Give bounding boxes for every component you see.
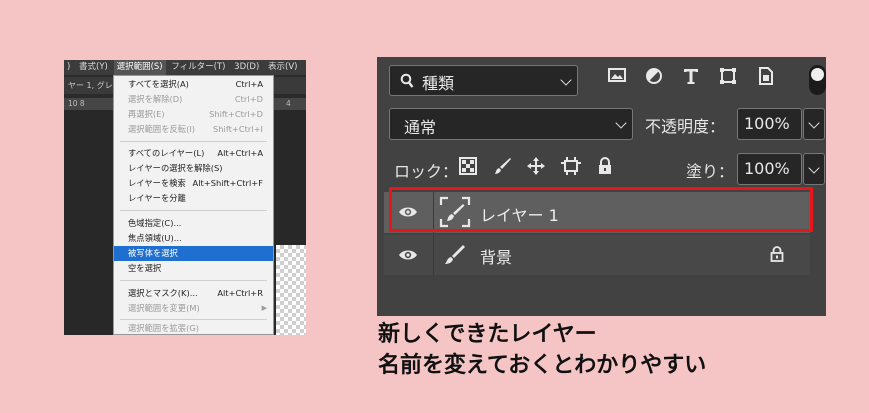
menu-item-select-sky[interactable]: 空を選択	[114, 261, 273, 276]
opacity-dropdown-button[interactable]	[803, 108, 825, 140]
lock-artboard-icon[interactable]	[561, 157, 581, 175]
fill-value: 100%	[744, 159, 790, 178]
fill-dropdown-button[interactable]	[803, 153, 825, 185]
ruler-tick: 4	[286, 99, 291, 108]
menu-separator	[120, 319, 267, 320]
submenu-arrow-icon: ▶	[261, 304, 267, 312]
menubar-item-3d[interactable]: 3D(D)	[231, 60, 262, 75]
menubar-item[interactable]: )	[64, 60, 73, 75]
menu-item-deselect[interactable]: 選択を解除(D) Ctrl+D	[114, 92, 273, 107]
menu-item-grow[interactable]: 選択範囲を拡張(G)	[114, 321, 273, 335]
menu-item-select-and-mask[interactable]: 選択とマスク(K)... Alt+Ctrl+R	[114, 286, 273, 301]
filter-toggle[interactable]	[809, 65, 826, 95]
layers-panel: 種類 通常 不透明度： 100% ロック： 塗り： 100% レイヤー 1 背景	[377, 57, 826, 316]
menubar-item-type[interactable]: 書式(Y)	[76, 60, 111, 75]
opacity-label: 不透明度：	[645, 117, 726, 136]
menu-separator	[120, 210, 267, 211]
eye-icon[interactable]	[398, 205, 418, 219]
menu-item-select-all[interactable]: すべてを選択(A) Ctrl+A	[114, 77, 273, 92]
menu-item-color-range[interactable]: 色域指定(C)...	[114, 216, 273, 231]
layer-filter-select[interactable]: 種類	[389, 65, 578, 96]
transparent-canvas	[276, 245, 306, 335]
layer-name[interactable]: 背景	[480, 244, 512, 268]
lock-image-pixels-icon[interactable]	[494, 157, 512, 175]
eye-icon[interactable]	[398, 248, 418, 262]
type-filter-icon[interactable]	[682, 67, 700, 85]
caption-line-1: 新しくできたレイヤー	[378, 322, 597, 347]
menu-bar: ) 書式(Y) 選択範囲(S) フィルター(T) 3D(D) 表示(V) ア	[64, 60, 306, 75]
smart-object-filter-icon[interactable]	[758, 67, 774, 85]
search-icon	[400, 73, 414, 88]
layer-row-background[interactable]: 背景	[384, 235, 810, 275]
menu-item-find-layers[interactable]: レイヤーを検索 Alt+Shift+Ctrl+F	[114, 176, 273, 191]
menu-screenshot: ) 書式(Y) 選択範囲(S) フィルター(T) 3D(D) 表示(V) ア ヤ…	[64, 60, 306, 335]
caption-line-2: 名前を変えておくとわかりやすい	[378, 353, 707, 378]
menu-item-select-subject[interactable]: 被写体を選択	[114, 246, 273, 261]
chevron-down-icon	[808, 117, 820, 129]
menu-item-deselect-layers[interactable]: レイヤーの選択を解除(S)	[114, 161, 273, 176]
menu-separator	[120, 280, 267, 281]
menu-item-modify[interactable]: 選択範囲を変更(M) ▶	[114, 301, 273, 316]
layer-thumbnail-brush-icon	[439, 196, 471, 228]
chevron-down-icon	[560, 74, 572, 86]
ruler-ticks-left: 10 8	[68, 99, 85, 108]
menubar-item-truncated[interactable]: ア	[303, 60, 306, 75]
adjustment-filter-icon[interactable]	[645, 67, 663, 85]
menu-item-all-layers[interactable]: すべてのレイヤー(L) Alt+Ctrl+A	[114, 146, 273, 161]
lock-transparent-pixels-icon[interactable]	[459, 157, 477, 175]
opacity-input[interactable]: 100%	[737, 108, 802, 140]
blend-mode-value: 通常	[404, 118, 437, 137]
lock-position-icon[interactable]	[527, 157, 545, 175]
blend-mode-select[interactable]: 通常	[389, 108, 633, 140]
divider	[433, 235, 434, 275]
select-dropdown-menu: すべてを選択(A) Ctrl+A 選択を解除(D) Ctrl+D 再選択(E) Shi…	[113, 75, 274, 335]
image-filter-icon[interactable]	[608, 67, 626, 83]
caption: 新しくできたレイヤー 名前を変えておくとわかりやすい	[378, 319, 818, 381]
brush-icon	[445, 245, 465, 264]
lock-icon	[770, 246, 784, 262]
fill-label: 塗り：	[686, 162, 735, 181]
filter-kind-label: 種類	[422, 74, 455, 93]
menubar-item-filter[interactable]: フィルター(T)	[168, 60, 228, 75]
lock-label: ロック：	[394, 162, 459, 181]
menu-item-isolate-layers[interactable]: レイヤーを分離	[114, 191, 273, 206]
menu-separator	[120, 141, 267, 142]
fill-input[interactable]: 100%	[737, 153, 802, 185]
menubar-item-view[interactable]: 表示(V)	[265, 60, 300, 75]
layer-row-layer-1[interactable]: レイヤー 1	[384, 192, 810, 233]
chevron-down-icon	[808, 162, 820, 174]
chevron-down-icon	[615, 117, 627, 129]
menu-item-focus-area[interactable]: 焦点領域(U)...	[114, 231, 273, 246]
divider	[433, 192, 434, 233]
lock-all-icon[interactable]	[597, 157, 613, 175]
menubar-item-select[interactable]: 選択範囲(S)	[113, 60, 166, 75]
shape-filter-icon[interactable]	[719, 67, 737, 85]
layer-name[interactable]: レイヤー 1	[480, 202, 559, 226]
menu-item-reselect[interactable]: 再選択(E) Shift+Ctrl+D	[114, 107, 273, 122]
menu-item-inverse[interactable]: 選択範囲を反転(I) Shift+Ctrl+I	[114, 122, 273, 137]
opacity-value: 100%	[744, 114, 790, 133]
